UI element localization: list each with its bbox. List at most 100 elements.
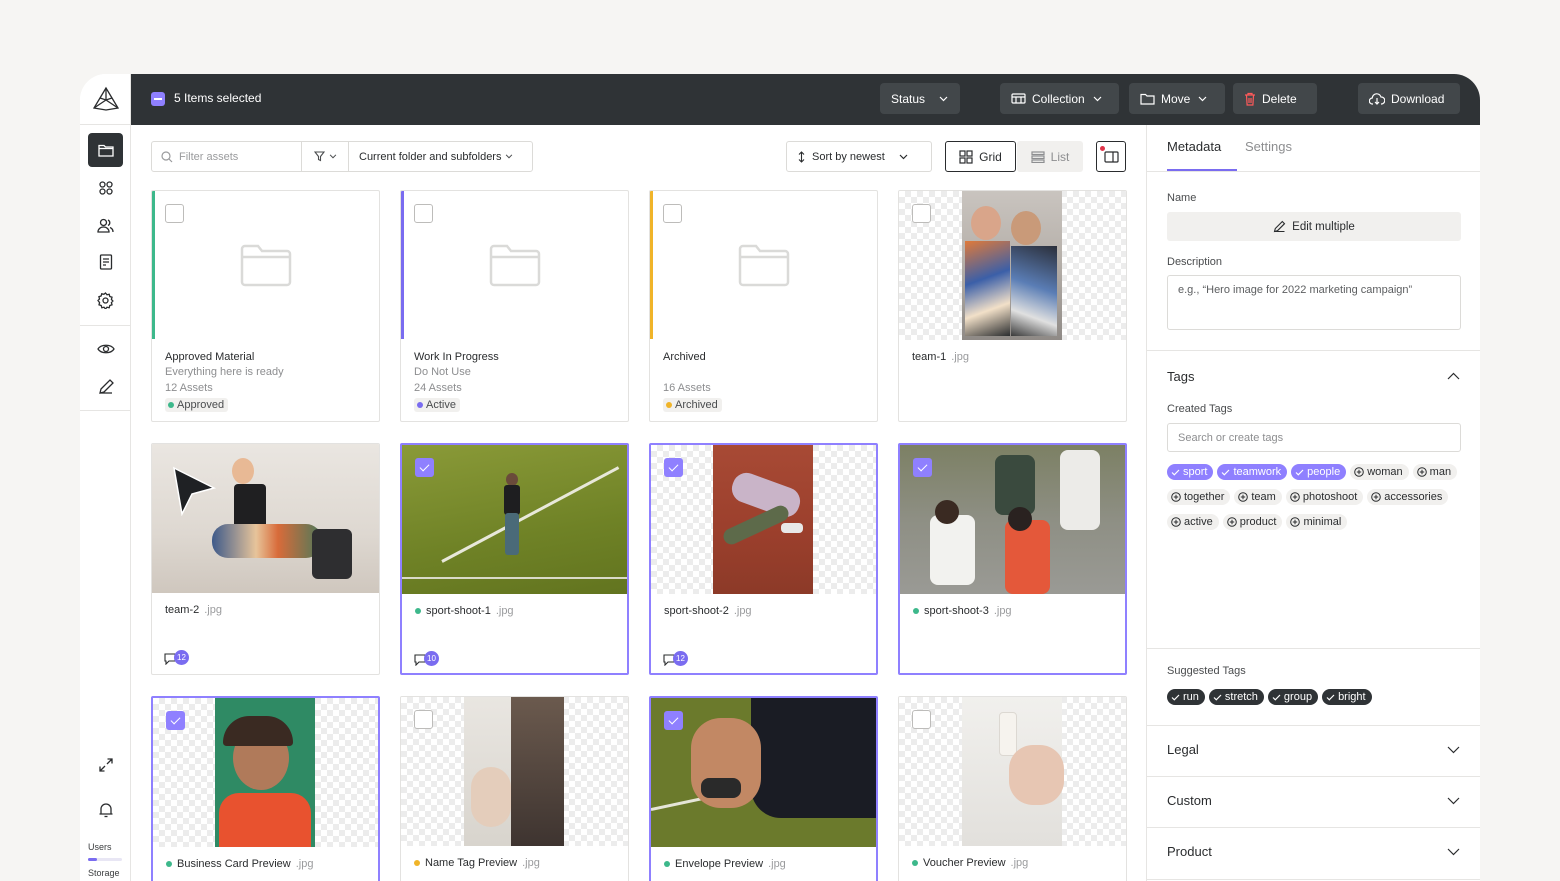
bell-icon[interactable] (88, 793, 123, 827)
folder-card[interactable]: Approved Material Everything here is rea… (151, 190, 380, 422)
chevron-up-icon[interactable] (1447, 372, 1460, 380)
sidebar-panel-icon (1103, 150, 1119, 163)
description-label: Description (1167, 256, 1223, 268)
suggested-tag-chip[interactable]: group (1267, 689, 1319, 705)
tag-search-input[interactable]: Search or create tags (1167, 423, 1461, 452)
asset-filename: Name Tag Preview .jpg (414, 857, 540, 869)
tag-chip[interactable]: photoshoot (1285, 489, 1364, 505)
select-checkbox[interactable] (165, 204, 184, 223)
download-button[interactable]: Download (1358, 83, 1460, 114)
folder-count: 24 Assets (414, 382, 462, 394)
storage-usage-label: Storage (88, 868, 120, 878)
select-checkbox[interactable] (166, 711, 185, 730)
tag-label: teamwork (1233, 466, 1282, 478)
created-tags-label: Created Tags (1167, 403, 1233, 415)
pen-nav-icon[interactable] (88, 370, 123, 404)
select-checkbox[interactable] (664, 458, 683, 477)
custom-section-heading[interactable]: Custom (1167, 793, 1212, 808)
asset-card[interactable]: team-2 .jpg 12 (151, 443, 380, 675)
tag-chip[interactable]: minimal (1286, 514, 1348, 530)
sort-label: Sort by newest (812, 150, 885, 163)
folder-card[interactable]: Archived 16 Assets Archived (649, 190, 878, 422)
tag-chip[interactable]: active (1167, 514, 1219, 530)
collections-nav-icon[interactable] (88, 171, 123, 205)
status-dropdown[interactable]: Status (880, 83, 960, 114)
comment-indicator[interactable]: 12 (164, 650, 190, 666)
chevron-down-icon[interactable] (1447, 746, 1460, 754)
asset-card[interactable]: team-1 .jpg (898, 190, 1127, 422)
tag-chip[interactable]: product (1222, 514, 1283, 530)
tag-chip[interactable]: man (1412, 464, 1458, 480)
document-nav-icon[interactable] (88, 245, 123, 279)
select-checkbox[interactable] (913, 458, 932, 477)
folder-nav-icon[interactable] (88, 133, 123, 167)
delete-label: Delete (1262, 91, 1297, 106)
move-dropdown[interactable]: Move (1129, 83, 1225, 114)
asset-card[interactable]: Name Tag Preview .jpg (400, 696, 629, 881)
status-badge: Approved (165, 398, 229, 412)
comment-indicator[interactable]: 10 (414, 651, 440, 667)
tag-label: active (1184, 516, 1213, 528)
comment-indicator[interactable]: 12 (663, 651, 689, 667)
eye-nav-icon[interactable] (88, 332, 123, 366)
tag-chip[interactable]: teamwork (1217, 464, 1288, 480)
scope-label: Current folder and subfolders (359, 150, 502, 163)
tags-heading: Tags (1167, 369, 1195, 384)
asset-thumbnail (899, 191, 1126, 340)
asset-thumbnail (899, 697, 1126, 846)
asset-card[interactable]: Business Card Preview .jpg (151, 696, 380, 881)
users-nav-icon[interactable] (88, 208, 123, 242)
asset-card[interactable]: Voucher Preview .jpg (898, 696, 1127, 881)
asset-card[interactable]: sport-shoot-3 .jpg (898, 443, 1127, 675)
tab-metadata[interactable]: Metadata (1167, 139, 1221, 154)
settings-nav-icon[interactable] (88, 283, 123, 317)
asset-thumbnail (402, 445, 627, 594)
download-label: Download (1391, 91, 1445, 106)
product-section-heading[interactable]: Product (1167, 844, 1212, 859)
legal-section-heading[interactable]: Legal (1167, 742, 1199, 757)
asset-card[interactable]: sport-shoot-2 .jpg 12 (649, 443, 878, 675)
tab-settings[interactable]: Settings (1245, 139, 1292, 154)
select-checkbox[interactable] (414, 204, 433, 223)
expand-icon[interactable] (88, 748, 123, 782)
tag-chip[interactable]: people (1291, 464, 1347, 480)
asset-card[interactable]: Envelope Preview .jpg (649, 696, 878, 881)
folder-card[interactable]: Work In Progress Do Not Use 24 Assets Ac… (400, 190, 629, 422)
asset-card[interactable]: sport-shoot-1 .jpg 10 (400, 443, 629, 675)
suggested-tags-list: run stretch group bright (1167, 689, 1463, 705)
filter-type-button[interactable] (302, 142, 349, 171)
chevron-down-icon[interactable] (1447, 797, 1460, 805)
select-checkbox[interactable] (415, 458, 434, 477)
deselect-checkbox[interactable] (151, 92, 165, 106)
grid-view-button[interactable]: Grid (945, 141, 1016, 172)
suggested-tag-chip[interactable]: run (1167, 689, 1205, 705)
users-usage-label: Users (88, 842, 112, 852)
logo-icon[interactable] (80, 74, 131, 125)
tag-chip[interactable]: sport (1167, 464, 1214, 480)
select-checkbox[interactable] (912, 204, 931, 223)
asset-thumbnail (153, 698, 378, 847)
section-divider (1147, 827, 1480, 828)
filter-input[interactable]: Filter assets (152, 142, 302, 171)
delete-button[interactable]: Delete (1233, 83, 1317, 114)
toggle-panel-button[interactable] (1096, 141, 1126, 172)
folder-accent (152, 191, 155, 339)
description-field[interactable]: e.g., “Hero image for 2022 marketing cam… (1167, 275, 1461, 330)
edit-multiple-button[interactable]: Edit multiple (1167, 212, 1461, 241)
tag-chip[interactable]: together (1167, 489, 1231, 505)
tag-chip[interactable]: woman (1350, 464, 1409, 480)
tag-chip[interactable]: team (1234, 489, 1282, 505)
select-checkbox[interactable] (663, 204, 682, 223)
tag-chip[interactable]: accessories (1367, 489, 1449, 505)
suggested-tag-chip[interactable]: bright (1322, 689, 1372, 705)
panel-tabs: Metadata Settings (1147, 125, 1480, 172)
suggested-tag-chip[interactable]: stretch (1208, 689, 1264, 705)
select-checkbox[interactable] (414, 710, 433, 729)
list-view-button[interactable]: List (1017, 141, 1083, 172)
select-checkbox[interactable] (664, 711, 683, 730)
chevron-down-icon[interactable] (1447, 848, 1460, 856)
sort-dropdown[interactable]: Sort by newest (786, 141, 932, 172)
select-checkbox[interactable] (912, 710, 931, 729)
scope-dropdown[interactable]: Current folder and subfolders (349, 142, 513, 171)
collection-dropdown[interactable]: Collection (1000, 83, 1119, 114)
